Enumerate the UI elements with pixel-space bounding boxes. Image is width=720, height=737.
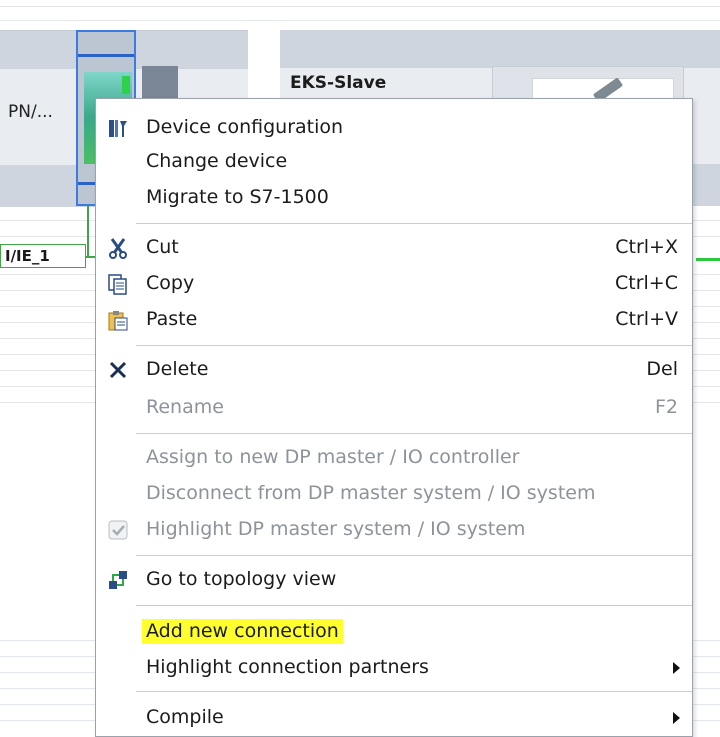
submenu-arrow-icon (673, 662, 680, 674)
menu-separator (136, 691, 692, 692)
highlighted-label: Add new connection (142, 619, 343, 644)
topology-icon (106, 568, 130, 592)
menu-item-label: Highlight connection partners (146, 656, 429, 678)
paste-icon (106, 308, 130, 332)
device-label: PN/... (8, 102, 53, 122)
menu-item-label: Change device (146, 150, 288, 172)
menu-item-rename[interactable]: Rename F2 (96, 389, 692, 425)
device-title: EKS-Slave (290, 73, 387, 93)
network-wire (696, 258, 720, 261)
status-led (122, 76, 130, 94)
shortcut-label: Ctrl+X (615, 236, 678, 258)
menu-separator (136, 555, 692, 556)
menu-item-label: Highlight DP master system / IO system (146, 518, 526, 540)
menu-item-label: Device configuration (146, 116, 344, 138)
copy-icon (106, 272, 130, 296)
menu-item-label: Add new connection (142, 619, 343, 644)
menu-item-disconnect-dp-master[interactable]: Disconnect from DP master system / IO sy… (96, 475, 692, 511)
context-menu: Device configuration Change device Migra… (95, 98, 693, 737)
menu-item-label: Rename (146, 396, 224, 418)
menu-item-paste[interactable]: Paste Ctrl+V (96, 301, 692, 337)
menu-item-label: Assign to new DP master / IO controller (146, 446, 520, 468)
submenu-arrow-icon (673, 712, 680, 724)
menu-item-highlight-connection-partners[interactable]: Highlight connection partners (96, 649, 692, 685)
menu-item-label: Migrate to S7-1500 (146, 186, 329, 208)
menu-item-migrate[interactable]: Migrate to S7-1500 (96, 179, 692, 215)
menu-separator (136, 223, 692, 224)
menu-item-label: Delete (146, 358, 209, 380)
device-config-icon (106, 116, 130, 140)
menu-item-compile[interactable]: Compile (96, 699, 692, 735)
menu-item-label: Go to topology view (146, 568, 337, 590)
menu-item-label: Copy (146, 272, 195, 294)
menu-item-change-device[interactable]: Change device (96, 143, 692, 179)
menu-item-label: Paste (146, 308, 198, 330)
menu-separator (136, 605, 692, 606)
network-label[interactable]: I/IE_1 (0, 244, 86, 268)
menu-item-device-configuration[interactable]: Device configuration (96, 109, 692, 145)
shortcut-label: Del (646, 358, 678, 380)
selection-bar-top (78, 54, 134, 57)
shortcut-label: F2 (654, 396, 678, 418)
menu-separator (136, 433, 692, 434)
menu-item-copy[interactable]: Copy Ctrl+C (96, 265, 692, 301)
menu-separator (136, 345, 692, 346)
menu-item-label: Cut (146, 236, 179, 258)
delete-x-icon (106, 358, 130, 382)
network-wire (87, 206, 89, 258)
menu-item-delete[interactable]: Delete Del (96, 351, 692, 387)
menu-item-add-new-connection[interactable]: Add new connection (96, 613, 692, 649)
menu-item-topology-view[interactable]: Go to topology view (96, 561, 692, 597)
menu-item-label: Disconnect from DP master system / IO sy… (146, 482, 596, 504)
checkbox-checked-icon (106, 518, 130, 542)
scissors-icon (106, 236, 130, 260)
menu-item-highlight-dp-master[interactable]: Highlight DP master system / IO system (96, 511, 692, 547)
menu-item-label: Compile (146, 706, 224, 728)
shortcut-label: Ctrl+V (615, 308, 678, 330)
menu-item-cut[interactable]: Cut Ctrl+X (96, 229, 692, 265)
shortcut-label: Ctrl+C (615, 272, 678, 294)
menu-item-assign-dp-master[interactable]: Assign to new DP master / IO controller (96, 439, 692, 475)
